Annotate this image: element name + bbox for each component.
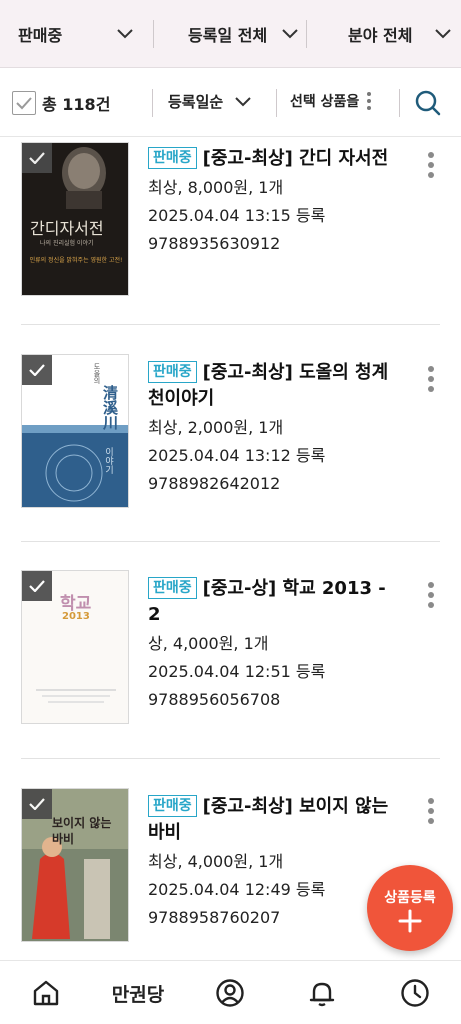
item-title[interactable]: 판매중 [중고-상] 학교 2013 - 2	[148, 576, 396, 628]
date-filter-dropdown[interactable]: 등록일 전체	[188, 0, 298, 68]
item-more-button[interactable]	[424, 582, 438, 608]
profile-icon	[216, 979, 244, 1007]
item-condition-price: 상, 4,000원, 1개	[148, 634, 269, 653]
item-condition-price: 최상, 8,000원, 1개	[148, 178, 284, 197]
check-icon	[29, 580, 45, 592]
category-filter-dropdown[interactable]: 분야 전체	[348, 0, 451, 68]
item-registered-date: 2025.04.04 12:49 등록	[148, 880, 326, 899]
category-filter-label: 분야 전체	[348, 25, 413, 45]
item-title[interactable]: 판매중 [중고-최상] 보이지 않는 바비	[148, 794, 396, 846]
home-icon	[33, 980, 59, 1006]
chevron-down-icon	[435, 28, 451, 38]
date-filter-label: 등록일 전체	[188, 25, 268, 45]
item-info: 판매중 [중고-최상] 간디 자서전 최상, 8,000원, 1개 2025.04…	[148, 146, 396, 258]
checkbox-icon	[12, 91, 36, 115]
nav-notifications[interactable]	[306, 977, 338, 1009]
item-info: 판매중 [중고-상] 학교 2013 - 2 상, 4,000원, 1개 2025…	[148, 576, 396, 714]
bulk-action-label: 선택 상품을	[290, 94, 360, 110]
sort-label: 등록일순	[168, 93, 224, 111]
chevron-down-icon	[282, 28, 298, 38]
nav-home[interactable]	[30, 977, 62, 1009]
clock-icon	[401, 979, 429, 1007]
bulk-action-button[interactable]: 선택 상품을	[290, 91, 372, 111]
cover-subtitle: 도올의	[93, 363, 101, 384]
select-all-checkbox[interactable]: 총 118건	[12, 91, 110, 115]
status-badge: 판매중	[148, 361, 197, 383]
nav-history[interactable]	[399, 977, 431, 1009]
divider	[399, 89, 400, 117]
item-checkbox[interactable]	[22, 789, 52, 819]
more-vertical-icon	[367, 92, 372, 110]
add-product-fab[interactable]: 상품등록	[367, 865, 453, 951]
cover-side-text: 이야기	[103, 447, 113, 474]
item-more-button[interactable]	[424, 798, 438, 824]
total-count: 총 118건	[42, 95, 111, 114]
book-cover: 학교 2013	[21, 570, 129, 724]
item-registered-date: 2025.04.04 12:51 등록	[148, 662, 326, 681]
book-cover: 도올의 清溪川 이야기	[21, 354, 129, 508]
status-badge: 판매중	[148, 147, 197, 169]
book-cover: 보이지 않는 바비	[21, 788, 129, 942]
item-title-text: [중고-최상] 간디 자서전	[202, 148, 389, 169]
add-product-label: 상품등록	[384, 890, 436, 906]
item-isbn: 9788982642012	[148, 474, 281, 493]
cover-title: 清溪川	[101, 385, 119, 430]
nav-profile[interactable]	[214, 977, 246, 1009]
bell-icon	[309, 982, 335, 1007]
item-isbn: 9788956056708	[148, 690, 281, 709]
divider	[21, 758, 440, 759]
list-toolbar: 총 118건 등록일순 선택 상품을	[0, 69, 461, 137]
plus-icon	[398, 909, 422, 933]
item-condition-price: 최상, 2,000원, 1개	[148, 418, 284, 437]
nav-brand[interactable]: 만권당	[100, 977, 176, 1009]
divider	[152, 89, 153, 117]
status-filter-dropdown[interactable]: 판매중	[18, 0, 133, 68]
cover-quote: 인류의 정신을 밝혀주는 영원한 고전!	[29, 257, 123, 264]
item-isbn: 9788935630912	[148, 234, 281, 253]
divider	[21, 324, 440, 325]
item-registered-date: 2025.04.04 13:15 등록	[148, 206, 326, 225]
check-icon	[29, 364, 45, 376]
sort-dropdown[interactable]: 등록일순	[168, 91, 251, 112]
status-badge: 판매중	[148, 577, 197, 599]
status-filter-label: 판매중	[18, 25, 63, 45]
bottom-nav: 만권당	[0, 960, 461, 1024]
item-title[interactable]: 판매중 [중고-최상] 간디 자서전	[148, 146, 396, 172]
item-title[interactable]: 판매중 [중고-최상] 도올의 청계천이야기	[148, 360, 396, 412]
item-checkbox[interactable]	[22, 571, 52, 601]
check-icon	[29, 798, 45, 810]
item-info: 판매중 [중고-최상] 보이지 않는 바비 최상, 4,000원, 1개 2025…	[148, 794, 396, 932]
divider	[153, 20, 154, 48]
book-cover: 간디자서전 나의 진리실험 이야기 인류의 정신을 밝혀주는 영원한 고전!	[21, 142, 129, 296]
cover-number: 2013	[62, 611, 90, 622]
divider	[21, 541, 440, 542]
search-button[interactable]	[414, 89, 442, 121]
item-more-button[interactable]	[424, 152, 438, 178]
chevron-down-icon	[235, 96, 251, 106]
cover-subtitle: 나의 진리실험 이야기	[40, 240, 94, 247]
cover-title: 간디자서전	[30, 219, 104, 238]
check-icon	[29, 152, 45, 164]
item-checkbox[interactable]	[22, 143, 52, 173]
item-isbn: 9788958760207	[148, 908, 281, 927]
cover-title: 보이지 않는 바비	[52, 816, 112, 846]
item-more-button[interactable]	[424, 366, 438, 392]
chevron-down-icon	[117, 28, 133, 38]
divider	[276, 89, 277, 117]
status-badge: 판매중	[148, 795, 197, 817]
item-info: 판매중 [중고-최상] 도올의 청계천이야기 최상, 2,000원, 1개 202…	[148, 360, 396, 498]
filter-bar: 판매중 등록일 전체 분야 전체	[0, 0, 461, 68]
item-registered-date: 2025.04.04 13:12 등록	[148, 446, 326, 465]
item-condition-price: 최상, 4,000원, 1개	[148, 852, 284, 871]
search-icon	[415, 90, 441, 116]
item-checkbox[interactable]	[22, 355, 52, 385]
divider	[306, 20, 307, 48]
